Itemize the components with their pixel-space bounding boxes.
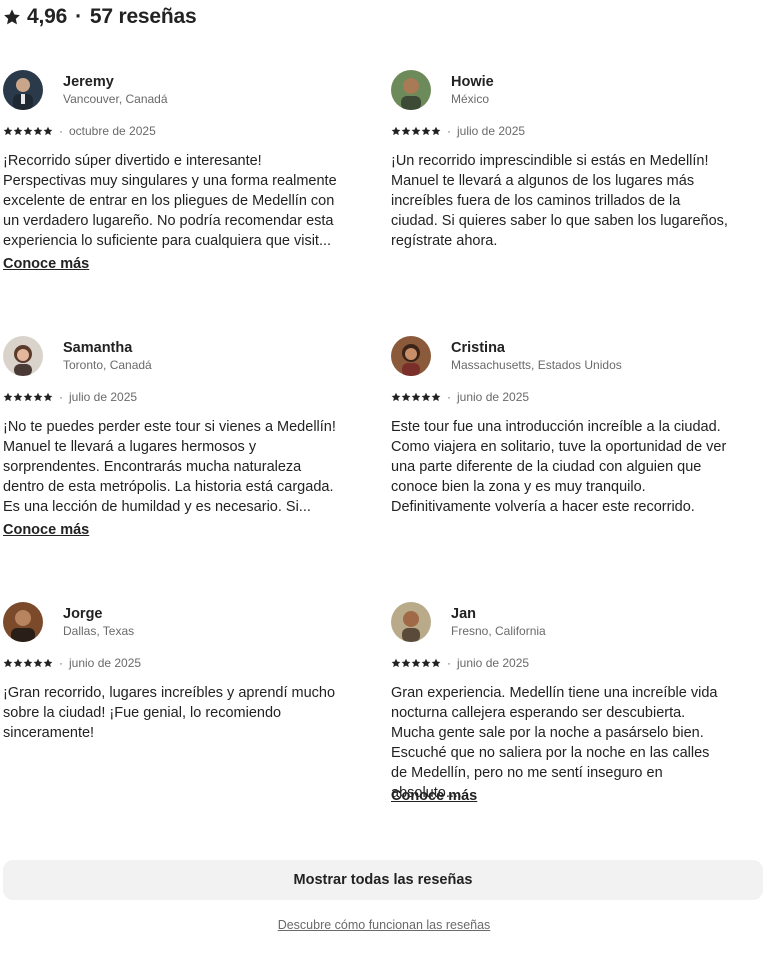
reviewer-location: Fresno, California — [451, 624, 546, 638]
star-icon — [391, 126, 401, 136]
reviewer-location: Vancouver, Canadá — [63, 92, 168, 106]
star-icon — [401, 126, 411, 136]
star-icon — [43, 126, 53, 136]
star-icon — [23, 392, 33, 402]
read-more-link[interactable]: Conoce más — [3, 254, 89, 274]
review-count: 57 reseñas — [89, 5, 197, 28]
star-icon — [13, 126, 23, 136]
review-date: junio de 2025 — [457, 656, 530, 670]
star-icon — [411, 126, 421, 136]
review-card: Cristina Massachusetts, Estados Unidos ·… — [391, 335, 736, 555]
review-card: Jorge Dallas, Texas · junio de 2025 ¡Gra… — [3, 601, 348, 821]
avatar[interactable] — [391, 336, 431, 376]
separator-dot: · — [59, 390, 63, 404]
reviewer-location: Dallas, Texas — [63, 624, 135, 638]
star-icon — [23, 126, 33, 136]
review-date: julio de 2025 — [69, 390, 138, 404]
star-icon — [411, 392, 421, 402]
reviewer-name: Jan — [451, 606, 476, 622]
star-rating — [3, 658, 53, 668]
star-icon — [43, 392, 53, 402]
star-rating — [391, 658, 441, 668]
reviewer-name: Jorge — [63, 606, 103, 622]
read-more-link[interactable]: Conoce más — [391, 786, 477, 806]
star-icon — [431, 126, 441, 136]
star-icon — [3, 392, 13, 402]
review-text: Este tour fue una introducción increíble… — [391, 419, 727, 515]
read-more-link[interactable]: Conoce más — [3, 520, 89, 540]
separator-dot: · — [59, 656, 63, 670]
reviewer-name: Samantha — [63, 340, 133, 356]
star-rating — [3, 392, 53, 402]
review-text: ¡Recorrido súper divertido e interesante… — [3, 153, 337, 249]
rating-summary: 4,96 · 57 reseñas — [3, 3, 197, 31]
star-icon — [4, 9, 20, 25]
review-date: junio de 2025 — [69, 656, 142, 670]
star-icon — [431, 658, 441, 668]
star-icon — [23, 658, 33, 668]
avatar[interactable] — [391, 602, 431, 642]
star-icon — [33, 392, 43, 402]
star-rating — [3, 126, 53, 136]
reviewer-name: Jeremy — [63, 74, 114, 90]
review-text: ¡No te puedes perder este tour si vienes… — [3, 419, 336, 515]
star-icon — [421, 658, 431, 668]
review-text: ¡Gran recorrido, lugares increíbles y ap… — [3, 685, 336, 741]
rating-value: 4,96 — [27, 5, 68, 28]
star-icon — [33, 126, 43, 136]
show-all-reviews-button[interactable]: Mostrar todas las reseñas — [3, 860, 763, 900]
review-date: junio de 2025 — [457, 390, 530, 404]
review-date: julio de 2025 — [457, 124, 526, 138]
star-icon — [3, 126, 13, 136]
review-card: Jan Fresno, California · junio de 2025 G… — [391, 601, 736, 821]
review-card: Howie México · julio de 2025 ¡Un recorri… — [391, 69, 736, 289]
review-date: octubre de 2025 — [69, 124, 156, 138]
separator-dot: · — [447, 390, 451, 404]
avatar[interactable] — [3, 70, 43, 110]
star-icon — [13, 658, 23, 668]
star-icon — [43, 658, 53, 668]
review-card: Jeremy Vancouver, Canadá · octubre de 20… — [3, 69, 348, 289]
separator-dot: · — [447, 124, 451, 138]
review-text: ¡Un recorrido imprescindible si estás en… — [391, 153, 728, 249]
star-icon — [421, 392, 431, 402]
star-icon — [411, 658, 421, 668]
review-text: Gran experiencia. Medellín tiene una inc… — [391, 685, 718, 801]
reviewer-location: Massachusetts, Estados Unidos — [451, 358, 622, 372]
avatar[interactable] — [3, 336, 43, 376]
review-card: Samantha Toronto, Canadá · julio de 2025… — [3, 335, 348, 555]
star-rating — [391, 392, 441, 402]
star-icon — [431, 392, 441, 402]
star-icon — [3, 658, 13, 668]
star-icon — [421, 126, 431, 136]
reviewer-location: México — [451, 92, 490, 106]
separator-dot: · — [59, 124, 63, 138]
reviewer-location: Toronto, Canadá — [63, 358, 152, 372]
avatar[interactable] — [391, 70, 431, 110]
star-icon — [33, 658, 43, 668]
star-icon — [13, 392, 23, 402]
separator-dot: · — [75, 5, 82, 28]
star-icon — [391, 658, 401, 668]
star-icon — [401, 658, 411, 668]
reviewer-name: Cristina — [451, 340, 505, 356]
learn-how-reviews-work-link[interactable]: Descubre cómo funcionan las reseñas — [0, 918, 768, 932]
avatar[interactable] — [3, 602, 43, 642]
reviewer-name: Howie — [451, 74, 494, 90]
separator-dot: · — [447, 656, 451, 670]
star-icon — [401, 392, 411, 402]
star-icon — [391, 392, 401, 402]
star-rating — [391, 126, 441, 136]
